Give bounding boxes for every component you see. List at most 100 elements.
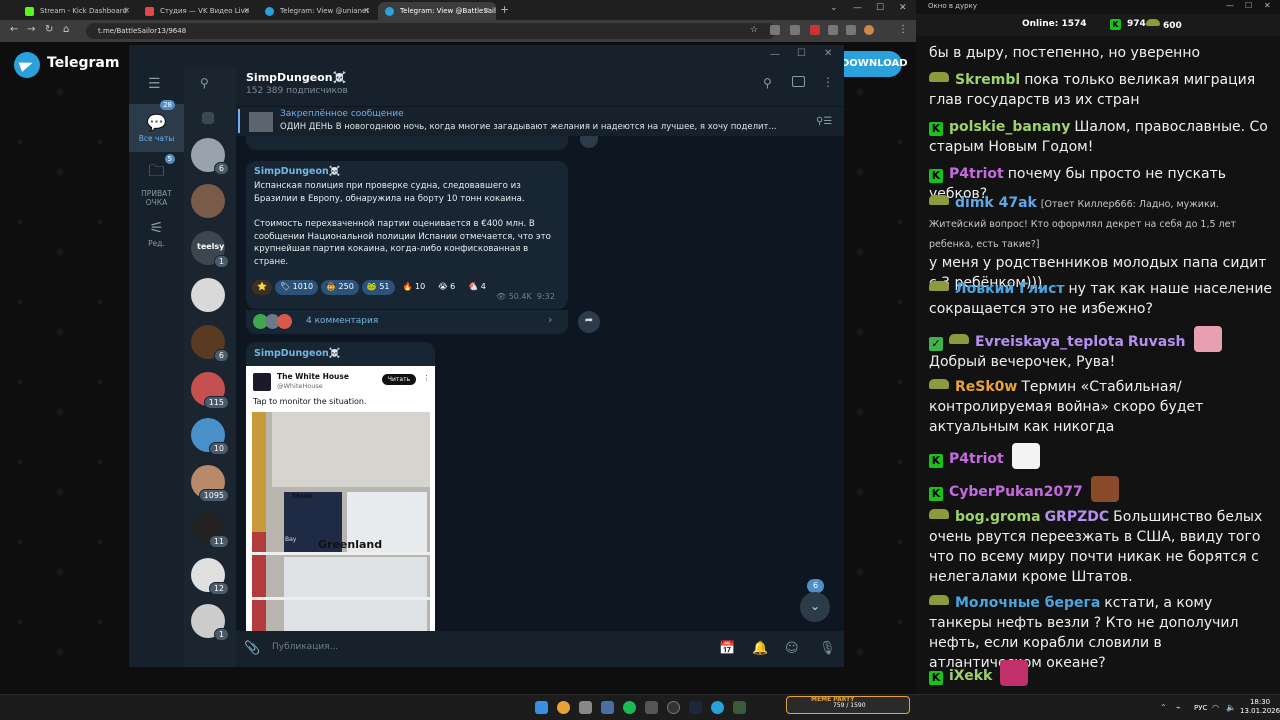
reaction[interactable]: 🐸 51 — [361, 280, 395, 295]
chat-avatar[interactable]: 12 — [191, 558, 229, 595]
share-icon[interactable]: ➦ — [578, 311, 600, 333]
tray-arrow-icon[interactable]: ⌃ — [1160, 703, 1167, 712]
close-icon[interactable]: ✕ — [1264, 1, 1271, 10]
chat-avatar[interactable]: 10 — [191, 418, 229, 455]
chat-mention[interactable]: Ruvash — [1128, 334, 1186, 350]
folder-edit[interactable]: ⚟ Ред. — [129, 216, 184, 252]
hamburger-menu-icon[interactable]: ☰ — [148, 76, 161, 92]
home-icon[interactable]: ⌂ — [63, 24, 69, 35]
reaction[interactable]: 😭 6 — [433, 280, 460, 295]
reaction[interactable]: 🏷 1010 — [274, 280, 319, 295]
chat-username[interactable]: bog.groma — [955, 509, 1041, 525]
tab-search-icon[interactable]: ⌄ — [830, 3, 838, 13]
more-options-icon[interactable]: ⋮ — [822, 75, 834, 89]
reaction[interactable]: 🤠 250 — [321, 280, 359, 295]
bookmark-star-icon[interactable]: ☆ — [750, 25, 758, 35]
archive-icon[interactable] — [202, 112, 214, 124]
chat-avatar[interactable] — [191, 184, 225, 218]
comments-link[interactable]: 4 комментария › — [246, 309, 568, 334]
attach-icon[interactable]: 📎 — [244, 641, 260, 656]
keyboard-language[interactable]: РУС — [1194, 704, 1207, 712]
browser-tab[interactable]: Stream - Kick Dashboard ✕ — [18, 2, 136, 20]
new-tab-button[interactable]: + — [500, 3, 509, 16]
chat-username[interactable]: CyberPukan2077 — [949, 484, 1083, 500]
minimize-icon[interactable]: — — [853, 3, 862, 13]
volume-icon[interactable]: 🔈 — [1226, 703, 1236, 712]
reaction[interactable]: 🔥 10 — [398, 280, 431, 295]
profile-avatar[interactable] — [864, 25, 874, 35]
obs-icon[interactable] — [667, 701, 680, 714]
close-icon[interactable]: ✕ — [363, 6, 370, 15]
start-icon[interactable] — [535, 701, 548, 714]
message-input[interactable]: Публикация... — [272, 642, 338, 652]
app-icon[interactable] — [645, 701, 658, 714]
reload-icon[interactable]: ↻ — [45, 24, 53, 35]
maximize-icon[interactable]: ☐ — [1245, 1, 1252, 10]
chat-avatar[interactable]: 6 — [191, 138, 229, 175]
app-icon[interactable] — [733, 701, 746, 714]
chat-title[interactable]: SimpDungeon☠️ — [246, 71, 346, 84]
extension-icon[interactable] — [770, 25, 780, 35]
folder-private[interactable]: 5 🗀 ПРИВАТ ОЧКА — [129, 154, 184, 207]
close-icon[interactable]: ✕ — [243, 6, 250, 15]
minimize-icon[interactable]: — — [770, 49, 780, 60]
chat-avatar[interactable]: 115 — [191, 372, 229, 409]
emoji-icon[interactable]: ☺ — [785, 641, 799, 656]
chat-avatar[interactable]: 1095 — [191, 465, 229, 502]
chat-avatar[interactable]: 1 — [191, 604, 229, 641]
chat-username[interactable]: polskie_banany — [949, 119, 1070, 135]
folder-all-chats[interactable]: 28 💬 Все чаты — [129, 100, 184, 152]
pinned-list-icon[interactable]: ⚲☰ — [816, 116, 832, 127]
app-icon[interactable] — [601, 701, 614, 714]
chat-username[interactable]: P4triot — [949, 166, 1004, 182]
maximize-icon[interactable]: ☐ — [797, 48, 806, 59]
browser-tab[interactable]: Студия — VK Видео Live ✕ — [138, 2, 256, 20]
scroll-down-button[interactable]: ⌄ — [800, 592, 830, 622]
minimize-icon[interactable]: — — [1226, 1, 1234, 10]
chat-avatar[interactable]: teelsy 1 — [191, 231, 229, 268]
back-icon[interactable]: ← — [10, 24, 18, 35]
telegram-icon[interactable] — [711, 701, 724, 714]
tweet-read-button[interactable]: Читать — [382, 374, 416, 385]
clock[interactable]: 18:30 13.01.2026 — [1240, 698, 1280, 716]
meme-party-widget[interactable]: MEME PARTY 759 / 1590 — [786, 696, 910, 714]
forward-icon[interactable]: → — [27, 24, 35, 35]
chat-username[interactable]: ReSk0w — [955, 379, 1017, 395]
schedule-icon[interactable]: 📅 — [719, 641, 735, 656]
close-icon[interactable]: ✕ — [123, 6, 130, 15]
chat-username[interactable]: P4triot — [949, 451, 1004, 467]
browser-tab-active[interactable]: Telegram: View @BattleSailor13✕ — [378, 2, 496, 20]
app-icon[interactable] — [579, 701, 592, 714]
close-icon[interactable]: ✕ — [824, 48, 832, 59]
post-sender[interactable]: SimpDungeon☠️ — [254, 166, 341, 177]
post-sender[interactable]: SimpDungeon☠️ — [254, 348, 341, 359]
chat-username[interactable]: dimk 47ak — [955, 195, 1037, 211]
network-icon[interactable]: ⌁ — [1176, 703, 1181, 712]
address-bar[interactable]: t.me/BattleSailor13/9648 — [86, 23, 776, 39]
tweet-image[interactable]: The White House @WhiteHouse Читать ⋮ Tap… — [246, 366, 435, 632]
reaction[interactable]: 🐔 4 — [463, 280, 491, 295]
chat-username[interactable]: Skrembl — [955, 72, 1020, 88]
chat-mention[interactable]: GRPZDC — [1045, 509, 1110, 525]
chat-username[interactable]: Evreiskaya_teplota — [975, 334, 1124, 350]
chat-username[interactable]: Ловкий Глист — [955, 281, 1065, 297]
search-icon[interactable]: ⚲ — [763, 76, 772, 90]
maximize-icon[interactable]: ☐ — [876, 3, 884, 13]
notifications-bell-icon[interactable]: 🔔 — [752, 641, 768, 656]
search-icon[interactable]: ⚲ — [200, 76, 209, 90]
close-window-icon[interactable]: ✕ — [899, 3, 907, 13]
spotify-icon[interactable] — [623, 701, 636, 714]
extension-icon[interactable] — [790, 25, 800, 35]
steam-icon[interactable] — [689, 701, 702, 714]
chrome-icon[interactable] — [557, 701, 570, 714]
download-icon[interactable] — [846, 25, 856, 35]
microphone-icon[interactable]: 🎙 — [819, 641, 836, 656]
chat-avatar[interactable]: 11 — [191, 511, 229, 548]
browser-menu-icon[interactable]: ⋮ — [898, 24, 908, 35]
chat-avatar[interactable]: 6 — [191, 325, 229, 362]
chat-avatar[interactable] — [191, 278, 225, 312]
browser-tab[interactable]: Telegram: View @unianet ✕ — [258, 2, 376, 20]
chat-username[interactable]: iXekk — [949, 668, 992, 684]
sidebar-toggle-icon[interactable] — [792, 76, 805, 87]
extensions-puzzle-icon[interactable] — [828, 25, 838, 35]
